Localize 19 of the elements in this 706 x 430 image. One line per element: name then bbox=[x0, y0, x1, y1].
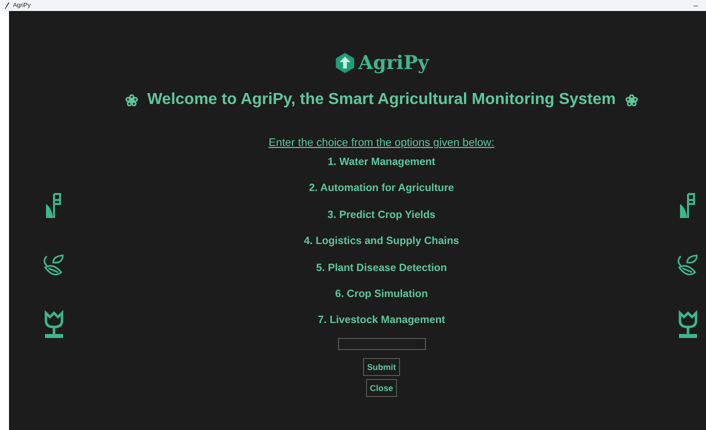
choice-field[interactable] bbox=[338, 338, 426, 350]
minimize-button[interactable]: – bbox=[690, 2, 702, 10]
tulip-icon bbox=[676, 309, 700, 341]
menu-option: 5. Plant Disease Detection bbox=[316, 254, 447, 281]
menu-option: 2. Automation for Agriculture bbox=[308, 175, 454, 202]
prompt-text: Enter the choice from the options given below: bbox=[268, 137, 494, 149]
menu-option: 6. Crop Simulation bbox=[335, 280, 428, 308]
logo-icon bbox=[334, 52, 356, 74]
menu-option: 4. Logistics and Supply Chains bbox=[304, 228, 460, 255]
flower-mark: ❀ bbox=[125, 92, 138, 111]
welcome-heading: Welcome to AgriPy, the Smart Agricultural Monitoring System bbox=[147, 91, 616, 110]
tulip-icon bbox=[42, 309, 66, 341]
menu-option: 7. Livestock Management bbox=[318, 307, 446, 334]
menu-option: 3. Predict Crop Yields bbox=[328, 202, 436, 228]
menu-option: 1. Water Management bbox=[328, 149, 436, 176]
logo-text: AgriPy bbox=[358, 52, 429, 74]
submit-button[interactable]: Submit bbox=[363, 358, 400, 376]
close-button[interactable]: Close bbox=[366, 378, 398, 397]
flower-mark: ❀ bbox=[624, 92, 638, 111]
